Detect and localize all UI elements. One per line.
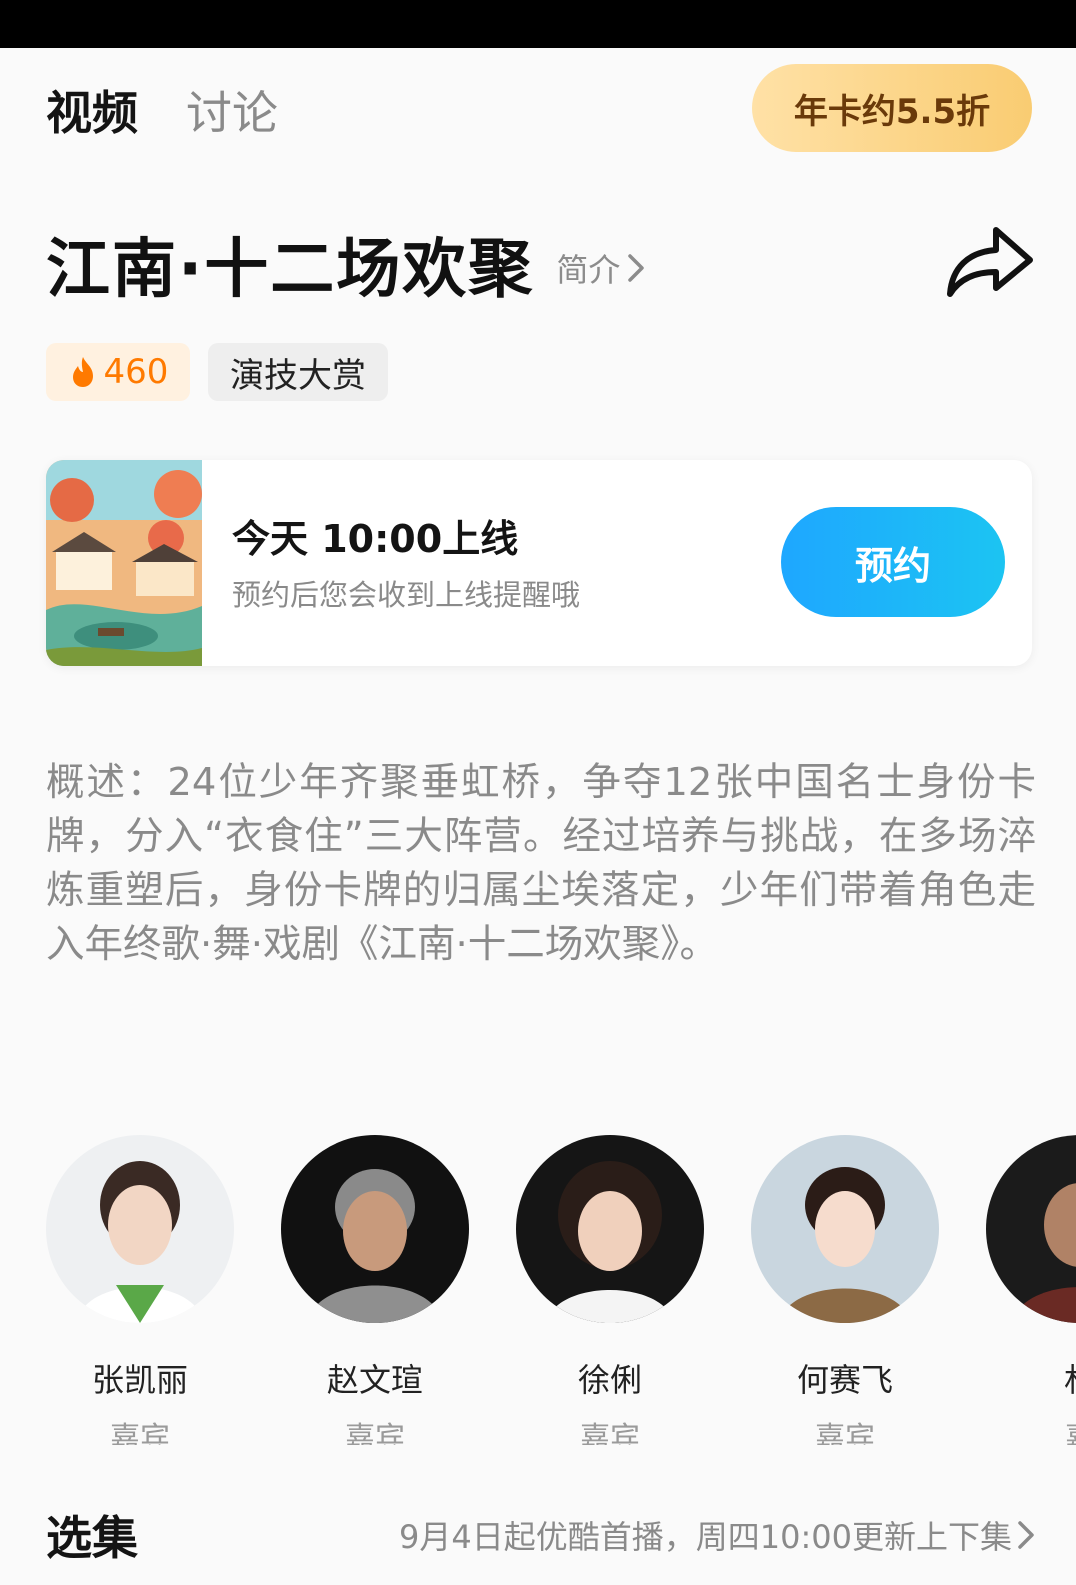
- cast-role: 嘉宾: [345, 1421, 405, 1445]
- cast-role: 嘉宾: [815, 1421, 875, 1445]
- cast-role: 嘉: [986, 1413, 1076, 1445]
- intro-link[interactable]: 简介: [556, 245, 646, 291]
- chevron-right-icon: [1018, 1521, 1034, 1549]
- cast-name: 林: [986, 1355, 1076, 1401]
- cast-item[interactable]: 林 嘉: [986, 1135, 1076, 1445]
- show-poster[interactable]: [46, 460, 202, 666]
- cast-role: 嘉宾: [110, 1421, 170, 1445]
- reserve-button[interactable]: 预约: [781, 507, 1005, 617]
- poster-art: [46, 460, 202, 666]
- intro-link-label: 简介: [556, 251, 621, 289]
- avatar: [986, 1135, 1076, 1323]
- tags-row: 460 演技大赏: [46, 343, 388, 401]
- avatar: [281, 1135, 469, 1323]
- title-row: 江南·十二场欢聚 简介: [46, 222, 646, 307]
- episodes-schedule-link[interactable]: 9月4日起优酷首播，周四10:00更新上下集: [399, 1512, 1036, 1558]
- share-icon: [947, 227, 1033, 297]
- cast-item[interactable]: 徐俐 嘉宾: [516, 1135, 704, 1445]
- episodes-title: 选集: [46, 1511, 138, 1565]
- heat-badge: 460: [46, 343, 190, 401]
- cast-name: 徐俐: [577, 1361, 642, 1399]
- heat-value: 460: [103, 352, 169, 392]
- status-bar: [0, 0, 1076, 48]
- cast-name: 何赛飞: [796, 1361, 893, 1399]
- episodes-schedule-text: 9月4日起优酷首播，周四10:00更新上下集: [399, 1518, 1012, 1556]
- avatar: [516, 1135, 704, 1323]
- flame-icon: [72, 357, 93, 387]
- cast-name: 赵文瑄: [326, 1361, 423, 1399]
- cast-list[interactable]: 张凯丽 嘉宾 赵文瑄 嘉宾 徐俐 嘉宾 何赛飞 嘉宾: [46, 1135, 1076, 1445]
- release-card: 今天 10:00上线 预约后您会收到上线提醒哦 预约: [46, 460, 1032, 666]
- release-time: 今天 10:00上线: [232, 517, 519, 561]
- cast-item[interactable]: 赵文瑄 嘉宾: [281, 1135, 469, 1445]
- avatar: [751, 1135, 939, 1323]
- show-title: 江南·十二场欢聚: [46, 233, 535, 307]
- tab-video[interactable]: 视频: [46, 83, 138, 143]
- cast-item[interactable]: 何赛飞 嘉宾: [751, 1135, 939, 1445]
- category-tag[interactable]: 演技大赏: [208, 343, 388, 401]
- cast-name: 张凯丽: [91, 1361, 188, 1399]
- share-button[interactable]: [946, 222, 1036, 302]
- cast-role: 嘉宾: [580, 1421, 640, 1445]
- cast-item[interactable]: 张凯丽 嘉宾: [46, 1135, 234, 1445]
- chevron-right-icon: [628, 254, 645, 282]
- avatar: [46, 1135, 234, 1323]
- episodes-row: 选集 9月4日起优酷首播，周四10:00更新上下集: [46, 1500, 1036, 1570]
- annual-card-promo-button[interactable]: 年卡约5.5折: [752, 64, 1032, 152]
- reminder-hint: 预约后您会收到上线提醒哦: [232, 578, 581, 612]
- top-tabs: 视频 讨论: [46, 78, 278, 148]
- tab-discussion[interactable]: 讨论: [186, 83, 278, 143]
- show-summary: 概述：24位少年齐聚垂虹桥，争夺12张中国名士身份卡牌，分入“衣食住”三大阵营。…: [46, 760, 1036, 967]
